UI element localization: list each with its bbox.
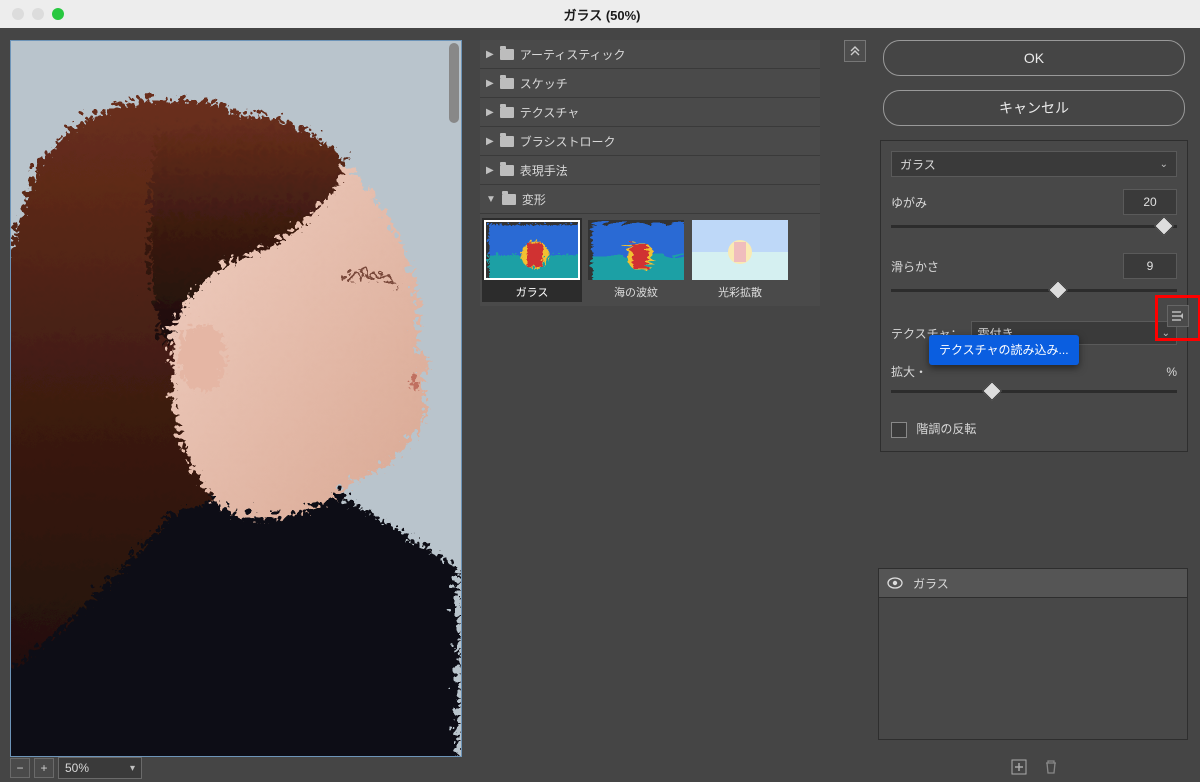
folder-icon — [500, 78, 514, 89]
category-stylize[interactable]: ▶ 表現手法 — [480, 156, 820, 185]
scale-slider[interactable] — [891, 382, 1177, 404]
collapse-panel-button[interactable] — [844, 40, 866, 62]
triangle-right-icon: ▶ — [486, 78, 494, 89]
close-window-button[interactable] — [12, 8, 24, 20]
filter-select[interactable]: ガラス ⌄ — [891, 151, 1177, 177]
new-layer-button[interactable] — [1010, 758, 1028, 776]
filter-select-value: ガラス — [900, 156, 936, 173]
title-bar: ガラス (50%) — [0, 0, 1200, 29]
effect-layer-label: ガラス — [913, 575, 949, 592]
folder-icon — [500, 136, 514, 147]
preview-image — [11, 41, 461, 756]
double-chevron-up-icon — [849, 45, 861, 57]
invert-label: 階調の反転 — [916, 422, 976, 436]
annotation-highlight — [1155, 295, 1200, 341]
folder-icon — [500, 107, 514, 118]
thumb-label: 海の波紋 — [588, 284, 684, 300]
category-label: 表現手法 — [520, 162, 568, 179]
category-brush[interactable]: ▶ ブラシストローク — [480, 127, 820, 156]
smoothness-slider[interactable] — [891, 281, 1177, 303]
zoom-value: 50% — [65, 761, 89, 775]
triangle-right-icon: ▶ — [486, 136, 494, 147]
preview-scrollbar[interactable] — [449, 43, 459, 123]
cancel-button[interactable]: キャンセル — [883, 90, 1185, 126]
thumb-glass[interactable]: ガラス — [482, 218, 582, 302]
category-distort[interactable]: ▼ 変形 — [480, 185, 820, 214]
category-label: テクスチャ — [520, 104, 580, 121]
triangle-down-icon: ▼ — [486, 194, 496, 205]
preview-pane[interactable] — [10, 40, 462, 757]
trash-icon — [1043, 759, 1059, 775]
controls-panel: OK キャンセル ガラス ⌄ ゆがみ 滑らかさ テクスチャ： — [880, 40, 1188, 452]
delete-layer-button[interactable] — [1042, 758, 1060, 776]
thumb-diffuse-glow[interactable]: 光彩拡散 — [692, 220, 788, 300]
filter-category-tree: ▶ アーティスティック ▶ スケッチ ▶ テクスチャ ▶ ブラシストローク ▶ … — [480, 40, 820, 306]
zoom-select[interactable]: 50% ▾ — [58, 757, 142, 779]
category-artistic[interactable]: ▶ アーティスティック — [480, 40, 820, 69]
zoom-controls: − + 50% ▾ — [10, 756, 142, 780]
category-texture[interactable]: ▶ テクスチャ — [480, 98, 820, 127]
plus-square-icon — [1011, 759, 1027, 775]
triangle-right-icon: ▶ — [486, 165, 494, 176]
thumb-label: 光彩拡散 — [692, 284, 788, 300]
distortion-input[interactable] — [1123, 189, 1177, 215]
category-label: ブラシストローク — [520, 133, 616, 150]
folder-icon — [500, 49, 514, 60]
thumb-label: ガラス — [484, 284, 580, 300]
triangle-right-icon: ▶ — [486, 49, 494, 60]
thumb-ocean-ripple[interactable]: 海の波紋 — [588, 220, 684, 300]
invert-checkbox[interactable] — [891, 422, 907, 438]
minimize-window-button[interactable] — [32, 8, 44, 20]
chevron-down-icon: ▾ — [130, 763, 135, 774]
scale-unit: % — [1166, 365, 1177, 379]
scale-label: 拡大・ — [891, 363, 927, 380]
window-title: ガラス (50%) — [64, 5, 1140, 24]
distortion-label: ゆがみ — [891, 194, 927, 211]
zoom-out-button[interactable]: − — [10, 758, 30, 778]
smoothness-label: 滑らかさ — [891, 258, 939, 275]
category-sketch[interactable]: ▶ スケッチ — [480, 69, 820, 98]
folder-icon — [500, 165, 514, 176]
layer-footer-buttons — [1010, 758, 1060, 776]
chevron-down-icon: ⌄ — [1160, 159, 1168, 170]
smoothness-input[interactable] — [1123, 253, 1177, 279]
effect-layers-panel: ガラス — [878, 568, 1188, 740]
folder-icon — [502, 194, 516, 205]
filter-thumbnails: ガラス 海の波紋 光彩拡散 — [480, 214, 820, 306]
filter-parameters: ガラス ⌄ ゆがみ 滑らかさ テクスチャ： 霜付き ⌄ — [880, 140, 1188, 452]
distortion-slider[interactable] — [891, 217, 1177, 239]
effect-layer-row[interactable]: ガラス — [879, 569, 1187, 598]
triangle-right-icon: ▶ — [486, 107, 494, 118]
category-label: スケッチ — [520, 75, 568, 92]
traffic-lights — [12, 8, 64, 20]
category-label: アーティスティック — [520, 46, 626, 63]
category-label: 変形 — [522, 191, 546, 208]
ok-button[interactable]: OK — [883, 40, 1185, 76]
visibility-icon[interactable] — [887, 577, 903, 589]
maximize-window-button[interactable] — [52, 8, 64, 20]
invert-row: 階調の反転 — [891, 420, 1177, 438]
texture-menu-item-load[interactable]: テクスチャの読み込み... — [929, 335, 1079, 365]
zoom-in-button[interactable]: + — [34, 758, 54, 778]
